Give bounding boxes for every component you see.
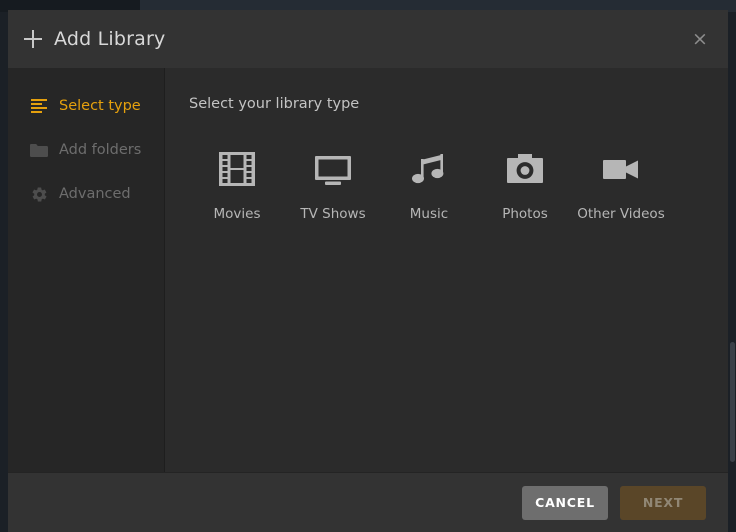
library-type-label: Other Videos xyxy=(577,206,665,222)
dialog-sidebar: Select type Add folders Advanced xyxy=(8,68,165,472)
video-camera-icon xyxy=(601,146,641,192)
sidebar-item-label: Advanced xyxy=(59,186,131,202)
library-type-tv-shows[interactable]: TV Shows xyxy=(285,146,381,222)
library-type-other-videos[interactable]: Other Videos xyxy=(573,146,669,222)
sidebar-item-select-type[interactable]: Select type xyxy=(8,84,164,128)
plus-icon xyxy=(24,30,42,48)
camera-icon xyxy=(505,146,545,192)
folder-icon xyxy=(30,141,48,159)
library-type-photos[interactable]: Photos xyxy=(477,146,573,222)
dialog-footer: CANCEL NEXT xyxy=(8,472,728,532)
sidebar-item-add-folders: Add folders xyxy=(8,128,164,172)
add-library-dialog: Add Library × Select type Add folders Ad… xyxy=(8,10,728,532)
cancel-button[interactable]: CANCEL xyxy=(522,485,608,520)
sidebar-item-advanced: Advanced xyxy=(8,172,164,216)
film-strip-icon xyxy=(217,146,257,192)
page-scrollbar[interactable] xyxy=(728,12,736,532)
dialog-header: Add Library × xyxy=(8,10,728,68)
dialog-body: Select type Add folders Advanced Select … xyxy=(8,68,728,472)
library-type-label: TV Shows xyxy=(300,206,366,222)
sidebar-item-label: Add folders xyxy=(59,142,142,158)
library-type-grid: Movies TV Shows Music Photos Other Video… xyxy=(189,146,728,222)
close-icon[interactable]: × xyxy=(686,25,714,53)
monitor-icon xyxy=(313,146,353,192)
library-type-label: Music xyxy=(409,206,449,222)
sidebar-item-label: Select type xyxy=(59,98,141,114)
library-type-movies[interactable]: Movies xyxy=(189,146,285,222)
page-scrollbar-thumb[interactable] xyxy=(730,342,735,462)
dialog-content: Select your library type Movies TV Shows… xyxy=(165,68,728,472)
dialog-title: Add Library xyxy=(54,28,166,50)
library-type-music[interactable]: Music xyxy=(381,146,477,222)
library-type-label: Photos xyxy=(502,206,548,222)
next-button[interactable]: NEXT xyxy=(620,485,706,520)
list-icon xyxy=(30,97,48,115)
music-note-icon xyxy=(409,146,449,192)
library-type-label: Movies xyxy=(213,206,261,222)
content-heading: Select your library type xyxy=(189,96,360,112)
gear-icon xyxy=(30,185,48,203)
